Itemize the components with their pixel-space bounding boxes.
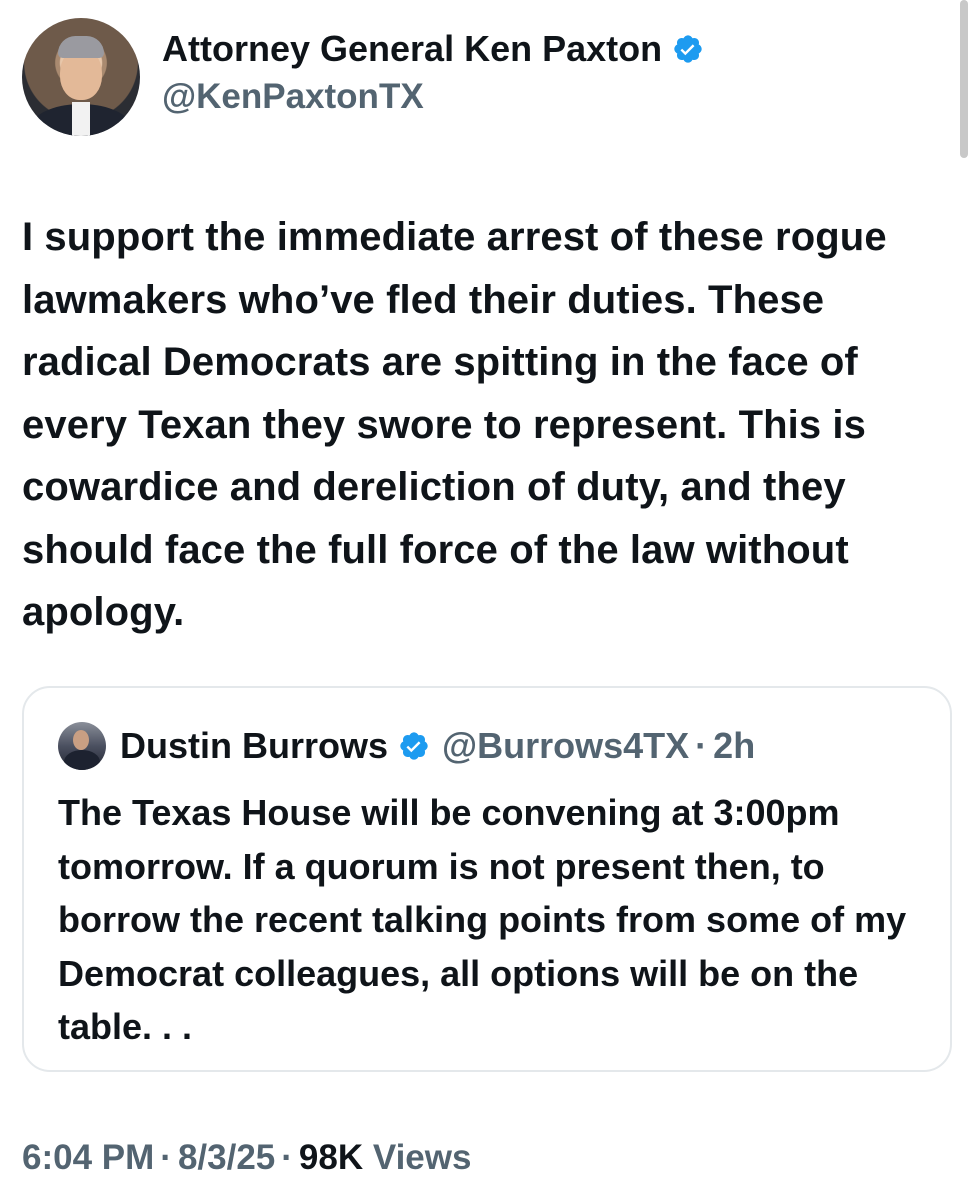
author-names: Attorney General Ken Paxton @KenPaxtonTX <box>162 27 704 119</box>
quoted-tweet-text: The Texas House will be convening at 3:0… <box>58 792 907 1047</box>
views-label[interactable]: Views <box>373 1138 472 1177</box>
tweet-date[interactable]: 8/3/25 <box>178 1138 275 1177</box>
quoted-author-handle[interactable]: @Burrows4TX <box>442 724 689 768</box>
quoted-author-display-name[interactable]: Dustin Burrows <box>120 724 388 768</box>
scrollbar[interactable] <box>960 0 968 158</box>
verified-badge-icon <box>400 732 428 760</box>
quoted-author-avatar[interactable] <box>58 722 106 770</box>
separator-dot: · <box>281 1138 293 1177</box>
tweet-meta: 6:04 PM · 8/3/25 · 98K Views <box>22 1136 471 1180</box>
verified-badge-icon <box>674 35 702 63</box>
author-name-row: Attorney General Ken Paxton <box>162 27 704 71</box>
author-avatar[interactable] <box>22 18 140 136</box>
author-handle[interactable]: @KenPaxtonTX <box>162 75 704 119</box>
separator-dot: · <box>695 725 708 766</box>
author-display-name[interactable]: Attorney General Ken Paxton <box>162 27 662 71</box>
tweet-text: I support the immediate arrest of these … <box>22 215 887 634</box>
quoted-tweet-time[interactable]: 2h <box>713 724 755 768</box>
tweet-header: Attorney General Ken Paxton @KenPaxtonTX <box>22 18 704 136</box>
quoted-tweet-header: Dustin Burrows @Burrows4TX · 2h <box>58 722 755 770</box>
views-count[interactable]: 98K <box>299 1138 363 1177</box>
tweet-time[interactable]: 6:04 PM <box>22 1138 154 1177</box>
quoted-tweet-card[interactable]: Dustin Burrows @Burrows4TX · 2h The Texa… <box>22 686 952 1072</box>
separator-dot: · <box>160 1138 172 1177</box>
